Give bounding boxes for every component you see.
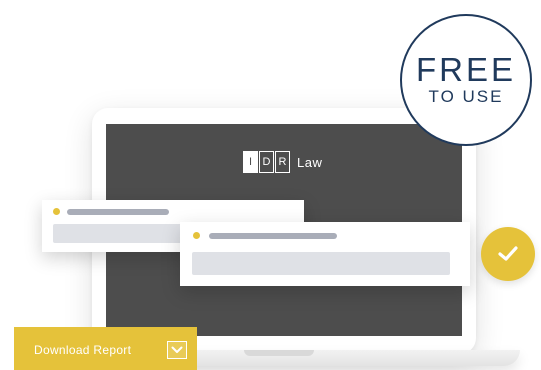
placeholder-card-front [180,222,470,286]
download-report-label: Download Report [34,342,132,357]
idr-law-logo: I D R Law [243,150,322,174]
stamp-line-2: TO USE [428,87,504,106]
logo-letter-r: R [275,151,290,173]
card-text-bar [192,252,450,275]
free-to-use-stamp: FREE TO USE [400,14,532,146]
chevron-down-icon [167,341,187,359]
card-title-line [67,209,169,215]
card-title-line [209,233,337,239]
logo-letter-i: I [243,151,258,173]
check-badge [481,227,535,281]
card-dot [53,208,60,215]
logo-letter-d: D [259,151,274,173]
logo-word: Law [297,154,323,170]
stamp-line-1: FREE [415,51,516,88]
download-report-button[interactable]: Download Report [14,327,197,370]
card-dot [193,232,200,239]
illustration: I D R Law FREE TO USE Download Report [0,0,541,370]
laptop-notch [244,350,314,356]
checkmark-icon [498,246,518,261]
